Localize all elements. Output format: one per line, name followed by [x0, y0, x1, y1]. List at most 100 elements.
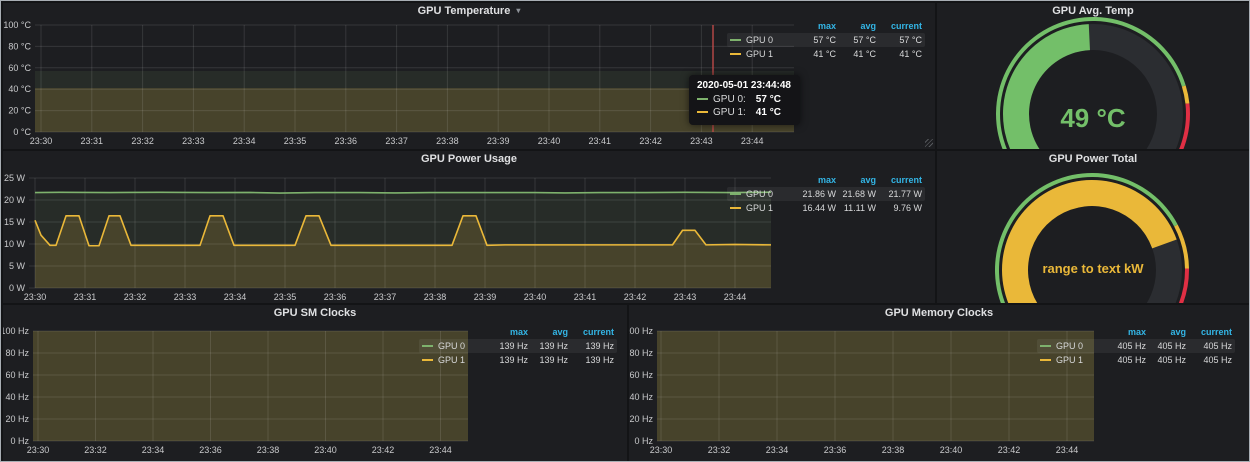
panel-title-gpu-memory-clocks[interactable]: GPU Memory Clocks — [629, 307, 1249, 319]
svg-text:23:41: 23:41 — [574, 292, 597, 302]
svg-text:20 W: 20 W — [4, 195, 26, 205]
legend-header-current[interactable]: current — [568, 327, 614, 337]
svg-text:23:41: 23:41 — [589, 136, 612, 146]
svg-text:23:31: 23:31 — [81, 136, 104, 146]
legend-row-gpu0[interactable]: GPU 0405 Hz405 Hz405 Hz — [1037, 339, 1235, 353]
legend-row-gpu0[interactable]: GPU 0139 Hz139 Hz139 Hz — [419, 339, 617, 353]
series-color-swatch-yellow — [422, 359, 433, 361]
svg-text:23:32: 23:32 — [708, 445, 731, 455]
svg-text:25 W: 25 W — [4, 173, 26, 183]
svg-text:40 Hz: 40 Hz — [5, 392, 29, 402]
svg-text:23:40: 23:40 — [524, 292, 547, 302]
series-color-swatch-yellow — [697, 111, 708, 113]
legend-header-current[interactable]: current — [876, 21, 922, 31]
legend-row-gpu0[interactable]: GPU 057 °C57 °C57 °C — [727, 33, 925, 47]
svg-text:23:42: 23:42 — [372, 445, 395, 455]
svg-text:60 °C: 60 °C — [8, 63, 31, 73]
panel-resize-handle[interactable] — [925, 139, 933, 147]
panel-gpu-avg-temp: GPU Avg. Temp 49 °C — [937, 3, 1249, 149]
panel-gpu-sm-clocks: 0 Hz20 Hz40 Hz60 Hz80 Hz100 Hz23:3023:32… — [3, 305, 627, 461]
series-color-swatch-green — [1040, 345, 1051, 347]
svg-text:23:43: 23:43 — [674, 292, 697, 302]
chart-tooltip: 2020-05-01 23:44:48 GPU 0:57 °C GPU 1:41… — [689, 75, 800, 125]
svg-text:23:44: 23:44 — [1056, 445, 1079, 455]
svg-text:23:38: 23:38 — [257, 445, 280, 455]
svg-text:15 W: 15 W — [4, 217, 26, 227]
panel-title-gpu-sm-clocks[interactable]: GPU SM Clocks — [3, 307, 627, 319]
legend-gpu-power-usage: maxavgcurrent GPU 021.86 W21.68 W21.77 W… — [727, 173, 925, 215]
legend-header-current[interactable]: current — [876, 175, 922, 185]
svg-text:5 W: 5 W — [9, 261, 26, 271]
legend-row-gpu1[interactable]: GPU 141 °C41 °C41 °C — [727, 47, 925, 61]
legend-header-avg[interactable]: avg — [528, 327, 568, 337]
series-color-swatch-green — [730, 193, 741, 195]
legend-header-row: maxavgcurrent — [1037, 325, 1235, 339]
grafana-dashboard: 0 °C20 °C40 °C60 °C80 °C100 °C23:3023:31… — [0, 0, 1250, 462]
svg-text:23:30: 23:30 — [650, 445, 673, 455]
svg-text:23:42: 23:42 — [624, 292, 647, 302]
panel-title-text: GPU Temperature — [418, 5, 511, 17]
svg-text:100 Hz: 100 Hz — [3, 326, 29, 336]
legend-header-avg[interactable]: avg — [836, 175, 876, 185]
tooltip-row-gpu0: GPU 0:57 °C — [697, 93, 791, 106]
svg-text:23:42: 23:42 — [639, 136, 662, 146]
svg-text:23:38: 23:38 — [436, 136, 459, 146]
legend-row-gpu0[interactable]: GPU 021.86 W21.68 W21.77 W — [727, 187, 925, 201]
panel-title-gpu-avg-temp[interactable]: GPU Avg. Temp — [937, 5, 1249, 17]
svg-text:40 Hz: 40 Hz — [629, 392, 653, 402]
svg-text:23:38: 23:38 — [882, 445, 905, 455]
legend-header-max[interactable]: max — [794, 21, 836, 31]
svg-text:23:39: 23:39 — [487, 136, 510, 146]
svg-text:60 Hz: 60 Hz — [629, 370, 653, 380]
series-color-swatch-green — [697, 98, 708, 100]
gauge-value-avg-temp: 49 °C — [937, 103, 1249, 134]
svg-text:23:34: 23:34 — [766, 445, 789, 455]
legend-header-max[interactable]: max — [794, 175, 836, 185]
svg-text:23:42: 23:42 — [998, 445, 1021, 455]
svg-text:80 Hz: 80 Hz — [5, 348, 29, 358]
legend-gpu-temperature: maxavgcurrent GPU 057 °C57 °C57 °C GPU 1… — [727, 19, 925, 61]
svg-text:23:39: 23:39 — [474, 292, 497, 302]
svg-text:23:37: 23:37 — [385, 136, 408, 146]
legend-row-gpu1[interactable]: GPU 116.44 W11.11 W9.76 W — [727, 201, 925, 215]
svg-text:23:36: 23:36 — [324, 292, 347, 302]
panel-title-gpu-power-usage[interactable]: GPU Power Usage — [3, 153, 935, 165]
panel-gpu-temperature: 0 °C20 °C40 °C60 °C80 °C100 °C23:3023:31… — [3, 3, 935, 149]
series-color-swatch-yellow — [730, 53, 741, 55]
legend-header-current[interactable]: current — [1186, 327, 1232, 337]
series-color-swatch-yellow — [1040, 359, 1051, 361]
legend-header-avg[interactable]: avg — [1146, 327, 1186, 337]
panel-gpu-memory-clocks: 0 Hz20 Hz40 Hz60 Hz80 Hz100 Hz23:3023:32… — [629, 305, 1249, 461]
panel-title-gpu-power-total[interactable]: GPU Power Total — [937, 153, 1249, 165]
svg-text:23:30: 23:30 — [27, 445, 50, 455]
tooltip-timestamp: 2020-05-01 23:44:48 — [697, 80, 791, 91]
svg-text:23:44: 23:44 — [724, 292, 747, 302]
svg-text:23:33: 23:33 — [174, 292, 197, 302]
legend-row-gpu1[interactable]: GPU 1139 Hz139 Hz139 Hz — [419, 353, 617, 367]
gauge-value-power-total: range to text kW — [937, 261, 1249, 276]
svg-text:23:38: 23:38 — [424, 292, 447, 302]
svg-text:10 W: 10 W — [4, 239, 26, 249]
legend-header-max[interactable]: max — [486, 327, 528, 337]
svg-text:80 °C: 80 °C — [8, 41, 31, 51]
svg-text:23:33: 23:33 — [182, 136, 205, 146]
svg-text:60 Hz: 60 Hz — [5, 370, 29, 380]
svg-text:20 Hz: 20 Hz — [629, 414, 653, 424]
svg-text:23:44: 23:44 — [429, 445, 452, 455]
svg-text:40 °C: 40 °C — [8, 84, 31, 94]
panel-gpu-power-usage: 0 W5 W10 W15 W20 W25 W23:3023:3123:3223:… — [3, 151, 935, 303]
svg-text:23:30: 23:30 — [24, 292, 47, 302]
svg-text:23:30: 23:30 — [30, 136, 53, 146]
svg-text:23:43: 23:43 — [690, 136, 713, 146]
panel-title-gpu-temperature[interactable]: GPU Temperature▾ — [3, 5, 935, 17]
svg-text:23:36: 23:36 — [199, 445, 222, 455]
svg-text:23:40: 23:40 — [940, 445, 963, 455]
legend-header-max[interactable]: max — [1104, 327, 1146, 337]
svg-text:23:44: 23:44 — [741, 136, 764, 146]
legend-header-avg[interactable]: avg — [836, 21, 876, 31]
svg-text:80 Hz: 80 Hz — [629, 348, 653, 358]
legend-row-gpu1[interactable]: GPU 1405 Hz405 Hz405 Hz — [1037, 353, 1235, 367]
svg-text:23:32: 23:32 — [124, 292, 147, 302]
svg-text:23:40: 23:40 — [314, 445, 337, 455]
legend-gpu-sm-clocks: maxavgcurrent GPU 0139 Hz139 Hz139 Hz GP… — [419, 325, 617, 367]
